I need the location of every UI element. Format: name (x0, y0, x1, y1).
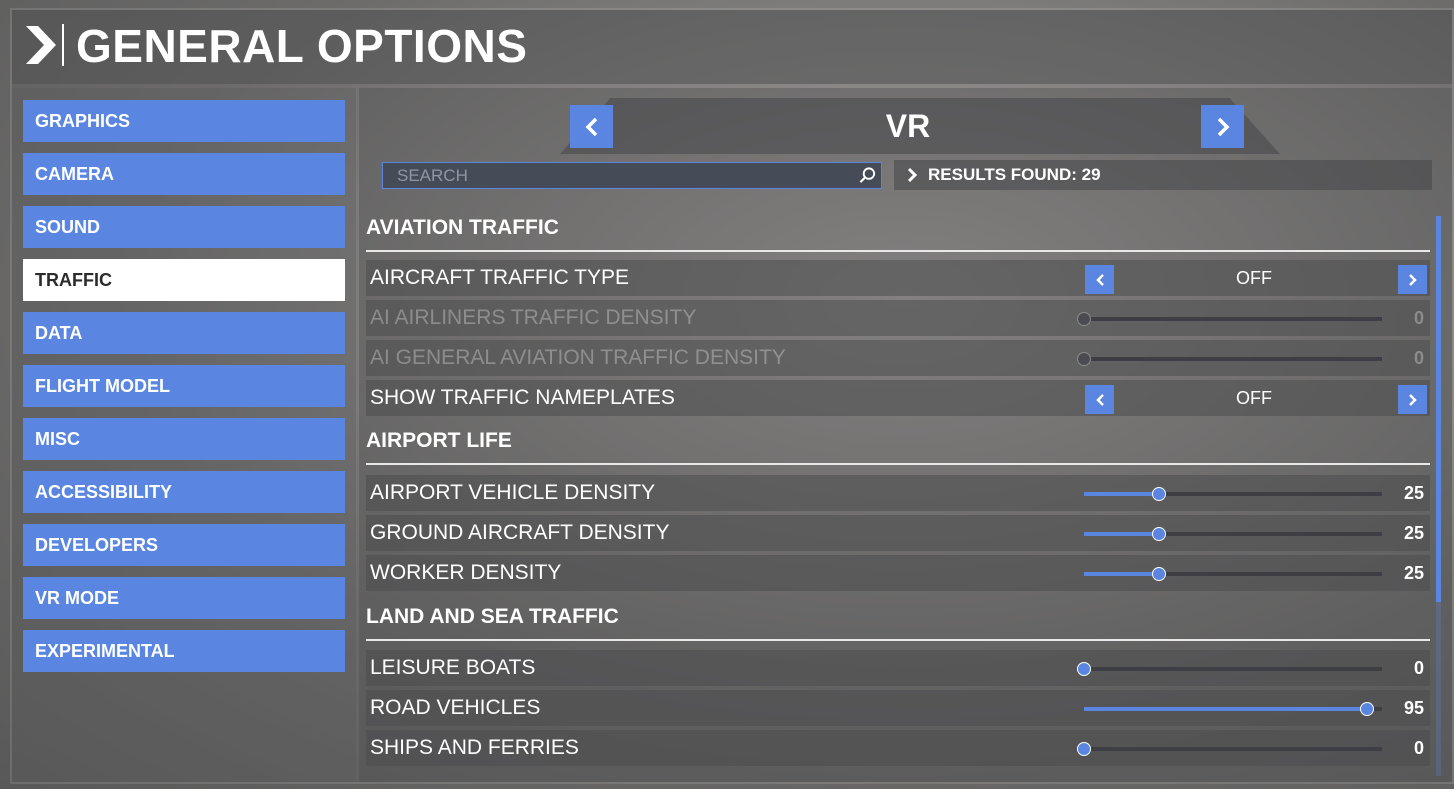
chevron-left-icon (585, 117, 597, 136)
preset-name: VR (885, 108, 931, 144)
setting-road-vehicles[interactable]: ROAD VEHICLES 95 (366, 690, 1430, 726)
setting-worker-density[interactable]: WORKER DENSITY 25 (366, 555, 1430, 591)
chevron-right-icon (1408, 273, 1417, 286)
setting-ai-general-aviation-traffic-density: AI GENERAL AVIATION TRAFFIC DENSITY 0 (366, 340, 1430, 376)
slider-fill (1084, 572, 1159, 576)
chevron-left-icon (1095, 273, 1104, 286)
sidebar-item-data[interactable]: DATA (23, 312, 345, 354)
density-slider[interactable] (1077, 662, 1382, 676)
setting-label: AI AIRLINERS TRAFFIC DENSITY (370, 306, 697, 329)
slider-handle[interactable] (1151, 487, 1166, 501)
setting-ground-aircraft-density[interactable]: GROUND AIRCRAFT DENSITY 25 (366, 515, 1430, 551)
setting-label: SHIPS AND FERRIES (370, 736, 579, 759)
chevron-right-icon (907, 167, 918, 183)
chevron-left-icon (1095, 393, 1104, 406)
density-slider[interactable] (1084, 567, 1382, 581)
sidebar-item-graphics[interactable]: GRAPHICS (23, 100, 345, 142)
scrollbar-thumb[interactable] (1436, 216, 1441, 602)
setting-label: AI GENERAL AVIATION TRAFFIC DENSITY (370, 346, 786, 369)
density-slider[interactable] (1084, 487, 1382, 501)
section-title: AVIATION TRAFFIC (366, 216, 559, 239)
slider-fill (1084, 492, 1159, 496)
slider-value: 95 (1403, 698, 1424, 718)
slider-value: 0 (1413, 348, 1424, 368)
setting-show-traffic-nameplates[interactable]: SHOW TRAFFIC NAMEPLATES OFF (366, 380, 1430, 416)
search-input[interactable] (383, 163, 843, 188)
chevron-right-icon (26, 26, 56, 64)
slider-handle[interactable] (1151, 527, 1166, 541)
density-slider[interactable] (1077, 742, 1382, 756)
setting-label: GROUND AIRCRAFT DENSITY (370, 521, 670, 544)
setting-label: LEISURE BOATS (370, 656, 536, 679)
results-count: RESULTS FOUND: 29 (906, 160, 1101, 190)
slider-handle[interactable] (1077, 742, 1091, 756)
section-land-and-sea-traffic: LAND AND SEA TRAFFIC (366, 605, 1430, 641)
setting-airport-vehicle-density[interactable]: AIRPORT VEHICLE DENSITY 25 (366, 475, 1430, 511)
slider-value: 25 (1403, 483, 1424, 503)
toggle-prev-button[interactable] (1085, 385, 1114, 414)
setting-label: ROAD VEHICLES (370, 696, 541, 719)
sidebar-item-traffic[interactable]: TRAFFIC (23, 259, 345, 301)
sidebar-item-vr-mode[interactable]: VR MODE (23, 577, 345, 619)
setting-ships-and-ferries[interactable]: SHIPS AND FERRIES 0 (366, 730, 1430, 766)
page-title: GENERAL OPTIONS (76, 20, 528, 72)
setting-label: SHOW TRAFFIC NAMEPLATES (370, 386, 675, 409)
setting-aircraft-traffic-type[interactable]: AIRCRAFT TRAFFIC TYPE OFF (366, 260, 1430, 296)
toggle-prev-button[interactable] (1085, 265, 1114, 294)
slider-value: 25 (1403, 563, 1424, 583)
density-slider[interactable] (1084, 527, 1382, 541)
slider-value: 25 (1403, 523, 1424, 543)
section-title: AIRPORT LIFE (366, 429, 512, 452)
slider-handle[interactable] (1077, 662, 1091, 676)
density-slider[interactable] (1084, 702, 1382, 716)
sidebar-item-sound[interactable]: SOUND (23, 206, 345, 248)
sidebar-item-accessibility[interactable]: ACCESSIBILITY (23, 471, 345, 513)
section-divider (366, 250, 1430, 252)
sidebar-item-misc[interactable]: MISC (23, 418, 345, 460)
chevron-right-icon (1217, 117, 1229, 136)
toggle-next-button[interactable] (1398, 265, 1427, 294)
slider-value: 0 (1413, 738, 1424, 758)
setting-label: AIRCRAFT TRAFFIC TYPE (370, 266, 630, 289)
sidebar-item-experimental[interactable]: EXPERIMENTAL (23, 630, 345, 672)
preset-next-button[interactable] (1201, 105, 1244, 148)
sidebar-item-camera[interactable]: CAMERA (23, 153, 345, 195)
slider-fill (1084, 707, 1368, 711)
slider-handle (1077, 352, 1091, 366)
setting-leisure-boats[interactable]: LEISURE BOATS 0 (366, 650, 1430, 686)
slider-fill (1084, 532, 1159, 536)
setting-ai-airliners-traffic-density: AI AIRLINERS TRAFFIC DENSITY 0 (366, 300, 1430, 336)
section-divider (366, 639, 1430, 641)
section-airport-life: AIRPORT LIFE (366, 429, 1430, 465)
setting-label: AIRPORT VEHICLE DENSITY (370, 481, 656, 504)
section-divider (366, 463, 1430, 465)
results-text: RESULTS FOUND: 29 (928, 165, 1101, 184)
preset-prev-button[interactable] (570, 105, 613, 148)
slider-value: 0 (1413, 308, 1424, 328)
setting-label: WORKER DENSITY (370, 561, 562, 584)
title-separator (62, 24, 64, 66)
slider-value: 0 (1413, 658, 1424, 678)
toggle-value: OFF (1236, 388, 1272, 408)
search-icon[interactable] (858, 166, 877, 185)
section-title: LAND AND SEA TRAFFIC (366, 605, 619, 628)
sidebar-item-flight-model[interactable]: FLIGHT MODEL (23, 365, 345, 407)
density-slider (1077, 352, 1382, 366)
slider-handle (1077, 312, 1091, 326)
chevron-right-icon (1408, 393, 1417, 406)
toggle-value: OFF (1236, 268, 1272, 288)
toggle-next-button[interactable] (1398, 385, 1427, 414)
search-field[interactable] (382, 162, 882, 189)
sidebar-item-developers[interactable]: DEVELOPERS (23, 524, 345, 566)
section-aviation-traffic: AVIATION TRAFFIC (366, 216, 1430, 252)
slider-handle[interactable] (1151, 567, 1166, 581)
slider-handle[interactable] (1360, 702, 1375, 716)
density-slider (1077, 312, 1382, 326)
